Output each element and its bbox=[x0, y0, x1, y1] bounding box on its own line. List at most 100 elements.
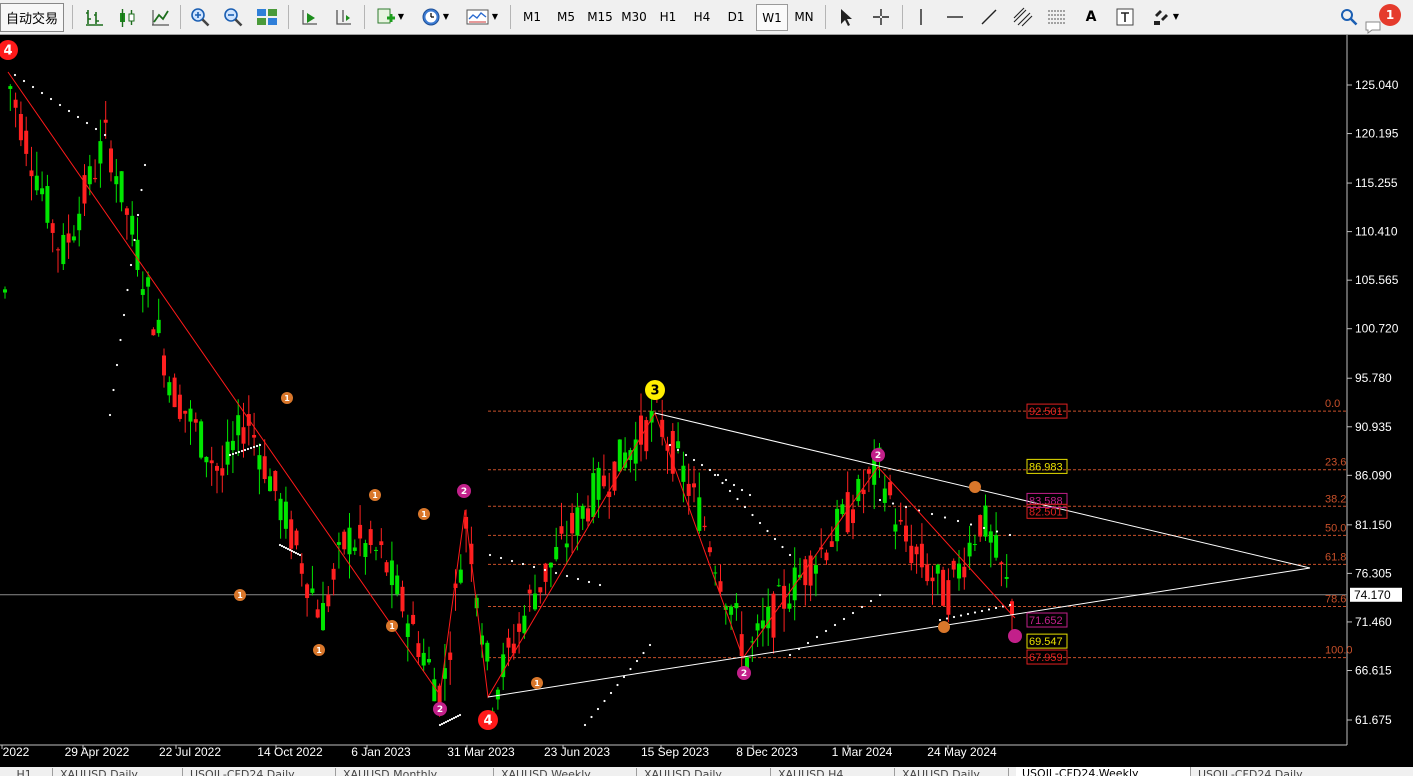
indicators-button[interactable]: ▼ bbox=[372, 4, 408, 29]
tab-chart[interactable]: ...H1 bbox=[0, 768, 53, 776]
candlestick-series bbox=[3, 84, 1014, 723]
candle-body bbox=[220, 468, 225, 476]
sar-dot bbox=[442, 721, 446, 725]
sar-dot bbox=[806, 641, 810, 645]
price-axis-label: 105.565 bbox=[1355, 273, 1399, 287]
vertical-line-icon[interactable] bbox=[908, 4, 934, 29]
wave-label bbox=[1008, 629, 1022, 643]
timeframe-h4[interactable]: H4 bbox=[687, 4, 717, 29]
price-chart[interactable]: 0.0 23.6 38.2 50.0 61.8 78.6 100.0 92.501 86.983… bbox=[0, 35, 1413, 767]
candle-body bbox=[384, 562, 389, 573]
zoom-in-icon[interactable] bbox=[187, 4, 213, 29]
wave-label: 1 bbox=[281, 392, 293, 404]
zoom-out-icon[interactable] bbox=[220, 4, 246, 29]
fibonacci-icon[interactable] bbox=[1044, 4, 1070, 29]
sar-dot bbox=[952, 615, 956, 619]
text-tool-icon[interactable]: A bbox=[1078, 4, 1104, 29]
tab-chart-active[interactable]: USOIL-CFD24,Weekly bbox=[1016, 767, 1191, 776]
crosshair-icon[interactable] bbox=[868, 4, 894, 29]
text-label-icon[interactable] bbox=[1112, 4, 1138, 29]
candle-body bbox=[188, 408, 193, 422]
periods-button[interactable]: ▼ bbox=[416, 4, 454, 29]
tab-chart[interactable]: XAUUSD,Daily bbox=[638, 768, 771, 776]
line-chart-icon[interactable] bbox=[147, 4, 173, 29]
candle-body bbox=[543, 563, 548, 582]
templates-button[interactable]: ▼ bbox=[462, 4, 502, 29]
timeframe-m30[interactable]: M30 bbox=[619, 4, 649, 29]
arrows-button[interactable]: ▼ bbox=[1146, 4, 1184, 29]
sar-dot bbox=[456, 714, 460, 718]
tab-chart[interactable]: XAUUSD,Daily bbox=[54, 768, 183, 776]
sar-dot bbox=[773, 537, 777, 541]
timeframe-m5[interactable]: M5 bbox=[551, 4, 581, 29]
candle-body bbox=[124, 208, 129, 215]
sar-dot bbox=[450, 717, 454, 721]
price-axis-label: 81.150 bbox=[1355, 518, 1392, 532]
timeframe-d1[interactable]: D1 bbox=[721, 4, 751, 29]
tab-chart[interactable]: USOIL-CFD24,Daily bbox=[184, 768, 336, 776]
sar-dot bbox=[488, 553, 492, 557]
tab-chart[interactable]: XAUUSD,Monthly bbox=[337, 768, 494, 776]
cursor-icon[interactable] bbox=[833, 4, 859, 29]
candle-body bbox=[135, 239, 140, 270]
tab-chart[interactable]: XAUUSD,Weekly bbox=[495, 768, 637, 776]
timeframe-mn[interactable]: MN bbox=[789, 4, 819, 29]
candle-body bbox=[729, 606, 734, 615]
candle-body bbox=[257, 455, 262, 470]
auto-scroll-icon[interactable] bbox=[296, 4, 322, 29]
price-tag-value: 86.983 bbox=[1029, 461, 1063, 473]
sar-dot bbox=[58, 103, 62, 107]
sar-dot bbox=[598, 583, 602, 587]
candle-body bbox=[522, 615, 527, 634]
price-axis-label: 120.195 bbox=[1355, 127, 1399, 141]
sar-dot bbox=[891, 502, 895, 505]
tab-chart[interactable]: XAUUSD,Daily bbox=[896, 768, 1009, 776]
time-axis-label: 8 Dec 2023 bbox=[736, 745, 798, 759]
sar-dot bbox=[565, 574, 569, 578]
candle-body bbox=[77, 213, 82, 231]
svg-text:4: 4 bbox=[3, 44, 12, 59]
candle-body bbox=[941, 569, 946, 606]
timeframe-m1[interactable]: M1 bbox=[517, 4, 547, 29]
candle-body bbox=[739, 634, 744, 657]
timeframe-w1[interactable]: W1 bbox=[756, 4, 788, 31]
sar-dot bbox=[842, 617, 846, 621]
tile-windows-icon[interactable] bbox=[254, 4, 280, 29]
toolbar-separator bbox=[825, 5, 826, 29]
sar-dot bbox=[143, 163, 147, 167]
timeframe-m15[interactable]: M15 bbox=[585, 4, 615, 29]
sar-dot bbox=[635, 659, 639, 663]
sar-dot bbox=[851, 611, 855, 615]
trendline-icon[interactable] bbox=[976, 4, 1002, 29]
time-axis-label: 29 Apr 2022 bbox=[65, 745, 130, 759]
candle-body bbox=[930, 577, 935, 582]
candle-body bbox=[851, 509, 855, 524]
svg-text:1: 1 bbox=[372, 491, 378, 500]
timeframe-h1[interactable]: H1 bbox=[653, 4, 683, 29]
horizontal-line-icon[interactable] bbox=[942, 4, 968, 29]
chart-shift-icon[interactable] bbox=[330, 4, 356, 29]
sar-dot bbox=[13, 73, 17, 77]
sar-dot bbox=[112, 388, 115, 392]
sar-dot bbox=[724, 478, 728, 482]
notification-badge[interactable]: 1 bbox=[1379, 4, 1401, 26]
time-axis-label: 2022 bbox=[3, 745, 30, 759]
candle-body bbox=[305, 584, 310, 599]
sar-dot bbox=[458, 713, 462, 717]
candle-body bbox=[315, 609, 320, 618]
sar-dot bbox=[966, 612, 970, 616]
search-icon[interactable] bbox=[1336, 4, 1362, 29]
channel-icon[interactable] bbox=[1010, 4, 1036, 29]
tab-chart[interactable]: USOIL-CFD24,Daily bbox=[1192, 768, 1413, 776]
time-axis-label: 15 Sep 2023 bbox=[641, 745, 709, 759]
sar-dot bbox=[973, 611, 977, 614]
sar-dot bbox=[554, 571, 558, 575]
time-axis-label: 22 Jul 2022 bbox=[159, 745, 221, 759]
candlestick-icon[interactable] bbox=[114, 4, 140, 29]
bar-chart-icon[interactable] bbox=[81, 4, 107, 29]
sar-dot bbox=[708, 468, 712, 472]
candle-body bbox=[56, 249, 60, 251]
autotrade-button[interactable]: 自动交易 bbox=[0, 3, 64, 32]
wave-label: 1 bbox=[386, 620, 398, 632]
tab-chart[interactable]: XAUUSD,H4 bbox=[772, 768, 895, 776]
